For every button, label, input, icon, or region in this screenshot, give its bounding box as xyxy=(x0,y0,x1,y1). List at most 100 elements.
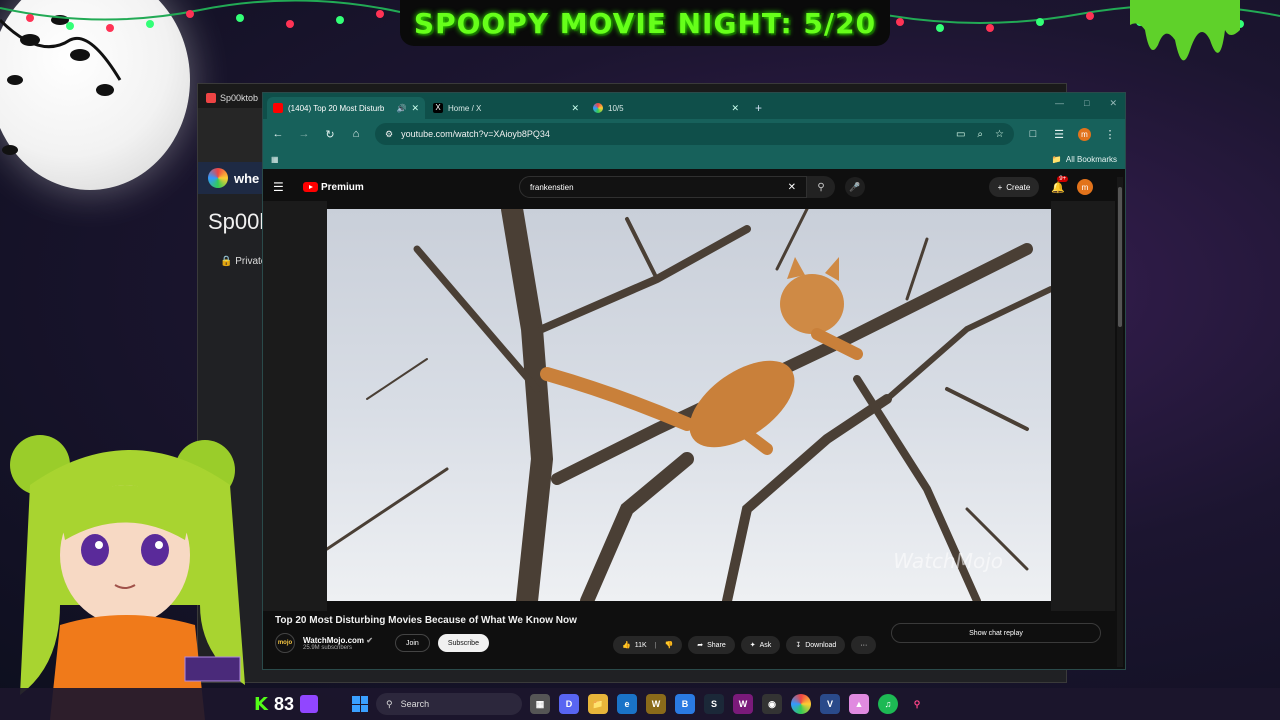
x-favicon-icon: X xyxy=(433,103,443,113)
thumbs-up-icon[interactable]: 👍 xyxy=(622,641,631,649)
site-info-icon[interactable]: ⚙ xyxy=(385,129,393,140)
menu-kebab-icon[interactable]: ⋮ xyxy=(1103,128,1117,141)
taskbar-apps: ▦ D 📁 e W B S W ◉ V ▲ ♫ ⚲ xyxy=(530,694,927,714)
subscribe-button[interactable]: Subscribe xyxy=(437,634,489,652)
youtube-logo[interactable]: Premium xyxy=(303,182,364,193)
download-button[interactable]: ↧ Download xyxy=(786,636,846,654)
extensions-icon[interactable]: □ xyxy=(1026,128,1040,140)
wow-icon[interactable]: W xyxy=(646,694,666,714)
search-query[interactable]: frankenstien xyxy=(530,183,788,192)
join-button[interactable]: Join xyxy=(394,634,430,652)
background-tab-label: Sp00ktob xyxy=(220,93,259,103)
windows-start-icon[interactable] xyxy=(352,696,368,712)
zoom-icon[interactable]: ⌕ xyxy=(977,129,983,140)
tab-date[interactable]: 10/5 ✕ xyxy=(587,97,745,119)
kick-logo: K xyxy=(254,693,268,715)
thumbs-down-icon[interactable]: 👎 xyxy=(664,641,673,649)
like-dislike-button[interactable]: 👍 11K | 👎 xyxy=(613,636,683,654)
vtuber-avatar-figure xyxy=(10,435,245,720)
site-favicon-icon xyxy=(593,103,603,113)
close-window-icon[interactable]: ✕ xyxy=(1109,98,1117,109)
close-tab-icon[interactable]: ✕ xyxy=(731,103,739,114)
video-title: Top 20 Most Disturbing Movies Because of… xyxy=(275,615,577,626)
voice-search-button[interactable]: 🎤 xyxy=(845,177,865,197)
tab-label: (1404) Top 20 Most Disturb xyxy=(288,103,385,113)
watermark: WatchMojo xyxy=(893,549,1003,573)
scrollbar-thumb[interactable] xyxy=(1118,187,1122,327)
video-frame-image xyxy=(327,209,1051,601)
hamburger-menu-icon[interactable]: ☰ xyxy=(273,180,289,194)
minimize-icon[interactable]: — xyxy=(1055,98,1064,109)
share-label: Share xyxy=(707,641,726,649)
file-explorer-icon[interactable]: 📁 xyxy=(588,694,608,714)
bookmark-star-icon[interactable]: ☆ xyxy=(995,129,1004,140)
share-icon: ➦ xyxy=(697,642,704,649)
maximize-icon[interactable]: □ xyxy=(1084,98,1089,109)
channel-name-text[interactable]: WatchMojo.com xyxy=(303,636,364,645)
media-controls-icon[interactable]: ☰ xyxy=(1052,128,1066,141)
viewer-count: 83 xyxy=(273,693,294,714)
back-arrow-icon[interactable]: ← xyxy=(271,128,285,140)
url-text[interactable]: youtube.com/watch?v=XAioyb8PQ34 xyxy=(401,129,948,139)
channel-avatar[interactable]: mojo xyxy=(275,633,295,653)
account-avatar[interactable]: m xyxy=(1077,179,1093,195)
map-pin-icon[interactable]: ⚲ xyxy=(907,694,927,714)
page-scrollbar[interactable] xyxy=(1117,177,1123,667)
notifications-button[interactable]: 🔔 9+ xyxy=(1051,175,1069,194)
tab-youtube[interactable]: (1404) Top 20 Most Disturb 🔊 ✕ xyxy=(267,97,425,119)
reload-icon[interactable]: ↻ xyxy=(323,128,337,141)
plus-icon: + xyxy=(997,182,1003,192)
photo-app-icon[interactable]: ▲ xyxy=(849,694,869,714)
create-button[interactable]: + Create xyxy=(988,177,1040,197)
forward-arrow-icon[interactable]: → xyxy=(297,128,311,140)
clear-search-icon[interactable]: ✕ xyxy=(788,182,796,193)
spotify-icon[interactable]: ♫ xyxy=(878,694,898,714)
taskbar-search[interactable]: ⚲ Search xyxy=(376,693,522,715)
tab-label: 10/5 xyxy=(608,103,624,113)
bookmarks-bar: ▦ 📁 All Bookmarks xyxy=(263,149,1125,169)
task-view-icon[interactable]: ▦ xyxy=(530,694,550,714)
taskbar-search-text[interactable]: Search xyxy=(401,699,430,709)
stream-widget: K 83 xyxy=(254,688,318,720)
w-app-icon[interactable]: W xyxy=(733,694,753,714)
close-tab-icon[interactable]: ✕ xyxy=(411,103,419,114)
download-label: Download xyxy=(805,641,837,649)
profile-avatar[interactable]: m xyxy=(1078,127,1091,141)
all-bookmarks-link[interactable]: All Bookmarks xyxy=(1066,155,1117,164)
edge-icon[interactable]: e xyxy=(617,694,637,714)
show-chat-replay-button[interactable]: Show chat replay xyxy=(891,623,1101,643)
lock-icon: 🔒 xyxy=(220,256,233,267)
favicon-icon xyxy=(206,93,216,103)
new-tab-button[interactable]: + xyxy=(747,97,770,119)
home-icon[interactable]: ⌂ xyxy=(349,128,363,140)
ask-button[interactable]: ✦ Ask xyxy=(740,636,781,654)
battlenet-icon[interactable]: B xyxy=(675,694,695,714)
search-input[interactable]: frankenstien ✕ xyxy=(519,176,807,198)
search-icon: ⚲ xyxy=(386,698,393,709)
v-app-icon[interactable]: V xyxy=(820,694,840,714)
private-label: 🔒 Private xyxy=(220,256,266,267)
search-button[interactable]: ⚲ xyxy=(807,176,835,198)
discord-icon[interactable]: D xyxy=(559,694,579,714)
steam-icon[interactable]: S xyxy=(704,694,724,714)
install-icon[interactable]: ▭ xyxy=(956,129,965,140)
video-player[interactable]: WatchMojo xyxy=(327,209,1051,601)
header-actions: + Create 🔔 9+ m xyxy=(988,175,1093,197)
close-tab-icon[interactable]: ✕ xyxy=(571,103,579,114)
address-bar[interactable]: ⚙ youtube.com/watch?v=XAioyb8PQ34 ▭ ⌕ ☆ xyxy=(375,123,1014,145)
more-actions-button[interactable]: ··· xyxy=(851,636,877,654)
tab-x[interactable]: X Home / X ✕ xyxy=(427,97,585,119)
browser-window[interactable]: (1404) Top 20 Most Disturb 🔊 ✕ X Home / … xyxy=(262,92,1126,670)
apps-grid-icon[interactable]: ▦ xyxy=(271,155,279,164)
share-button[interactable]: ➦ Share xyxy=(688,636,735,654)
chrome-icon[interactable] xyxy=(791,694,811,714)
youtube-play-icon xyxy=(303,182,318,192)
like-count: 11K xyxy=(634,641,647,649)
channel-name[interactable]: WatchMojo.com ✔ xyxy=(303,636,373,645)
youtube-header: ☰ Premium frankenstien ✕ ⚲ 🎤 + Create 🔔 … xyxy=(263,173,1115,201)
speaker-icon[interactable]: 🔊 xyxy=(396,104,406,113)
twitch-icon xyxy=(299,695,318,713)
youtube-favicon-icon xyxy=(273,103,283,113)
browser-toolbar: ← → ↻ ⌂ ⚙ youtube.com/watch?v=XAioyb8PQ3… xyxy=(263,119,1125,149)
obs-icon[interactable]: ◉ xyxy=(762,694,782,714)
